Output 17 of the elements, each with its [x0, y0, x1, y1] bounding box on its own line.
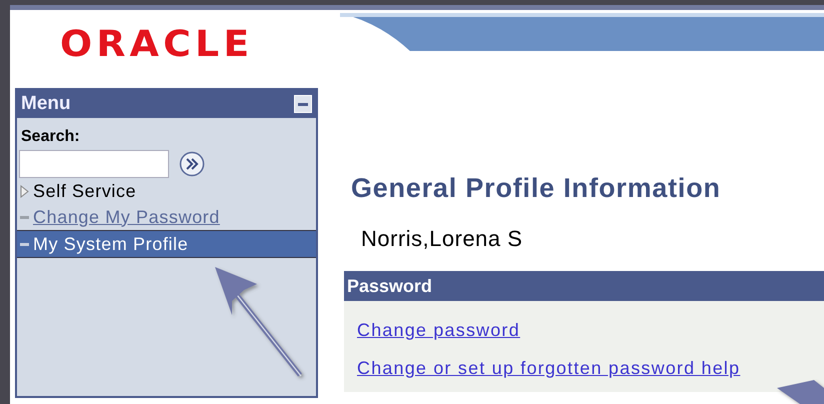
menu-item[interactable]: Self Service: [33, 180, 136, 202]
search-label: Search:: [20, 127, 81, 147]
dash-icon: [20, 216, 29, 218]
link[interactable]: Change password: [357, 320, 520, 341]
menu-link[interactable]: My System Profile: [33, 234, 188, 254]
search-field[interactable]: [19, 150, 169, 178]
user-name: Norris,Lorena S: [361, 226, 523, 252]
link[interactable]: Change or set up forgotten password help: [357, 358, 740, 379]
page-title: General Profile Information: [351, 173, 721, 204]
collapse-icon[interactable]: [294, 95, 312, 113]
section-header: Password: [344, 271, 824, 301]
dash-icon: [20, 242, 29, 246]
expand-icon[interactable]: [20, 184, 29, 198]
go-button[interactable]: [179, 151, 205, 177]
menu-title: Menu: [21, 93, 71, 115]
oracle-logo: ORACLE: [60, 24, 254, 65]
menu-link[interactable]: Change My Password: [33, 206, 220, 228]
